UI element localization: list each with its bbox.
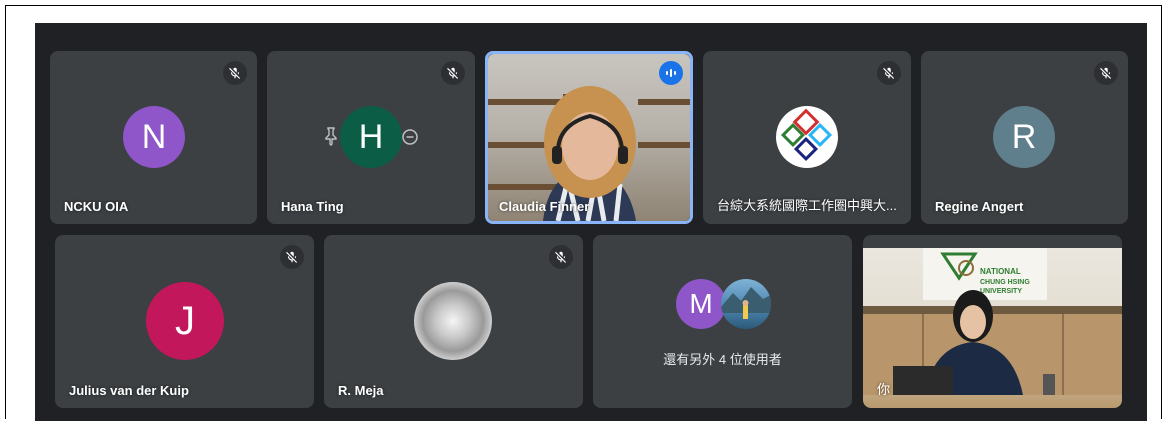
participant-name: 台綜大系統國際工作圈中興大...: [717, 198, 897, 213]
participant-name: Regine Angert: [935, 199, 1024, 214]
participant-name: Julius van der Kuip: [69, 383, 189, 398]
meeting-grid: N NCKU OIA H Hana Ting Claudia Finner 台綜…: [35, 23, 1147, 421]
mic-off-icon: [1094, 61, 1118, 85]
audio-level-icon: [659, 61, 683, 85]
self-label: 你: [877, 382, 891, 397]
participant-name: NCKU OIA: [64, 199, 129, 214]
avatar: [414, 282, 492, 360]
avatar: M: [676, 279, 726, 329]
mic-off-icon: [441, 61, 465, 85]
mic-off-icon: [280, 245, 304, 269]
participant-tile-ncku-oia[interactable]: N NCKU OIA: [50, 51, 257, 224]
organization-logo: [776, 106, 838, 168]
mic-off-icon: [549, 245, 573, 269]
participant-tile-nchu[interactable]: 台綜大系統國際工作圈中興大...: [703, 51, 911, 224]
participant-name: Claudia Finner: [499, 199, 590, 214]
avatar: H: [340, 106, 402, 168]
participant-tile-claudia-finner[interactable]: Claudia Finner: [485, 51, 693, 224]
svg-text:UNIVERSITY: UNIVERSITY: [980, 288, 1022, 295]
participant-tile-regine-angert[interactable]: R Regine Angert: [921, 51, 1128, 224]
avatar: [721, 279, 771, 329]
avatar: R: [993, 106, 1055, 168]
svg-text:CHUNG HSING: CHUNG HSING: [980, 279, 1030, 286]
others-count-label: 還有另外 4 位使用者: [663, 352, 782, 367]
participant-tile-hana-ting[interactable]: H Hana Ting: [267, 51, 475, 224]
self-tile[interactable]: NATIONAL CHUNG HSING UNIVERSITY 你: [863, 235, 1122, 408]
pin-icon[interactable]: [323, 126, 339, 146]
participant-tile-julius-van-der-kuip[interactable]: J Julius van der Kuip: [55, 235, 314, 408]
avatar: N: [123, 106, 185, 168]
remove-icon[interactable]: [401, 128, 419, 146]
mic-off-icon: [877, 61, 901, 85]
participant-name: Hana Ting: [281, 199, 344, 214]
mic-off-icon: [223, 61, 247, 85]
participant-tile-r-meja[interactable]: R. Meja: [324, 235, 583, 408]
avatar: J: [146, 282, 224, 360]
svg-text:NATIONAL: NATIONAL: [980, 267, 1021, 276]
self-video: NATIONAL CHUNG HSING UNIVERSITY: [863, 248, 1122, 408]
participant-name: R. Meja: [338, 383, 384, 398]
others-tile[interactable]: M 還有另外 4 位使用者: [593, 235, 852, 408]
